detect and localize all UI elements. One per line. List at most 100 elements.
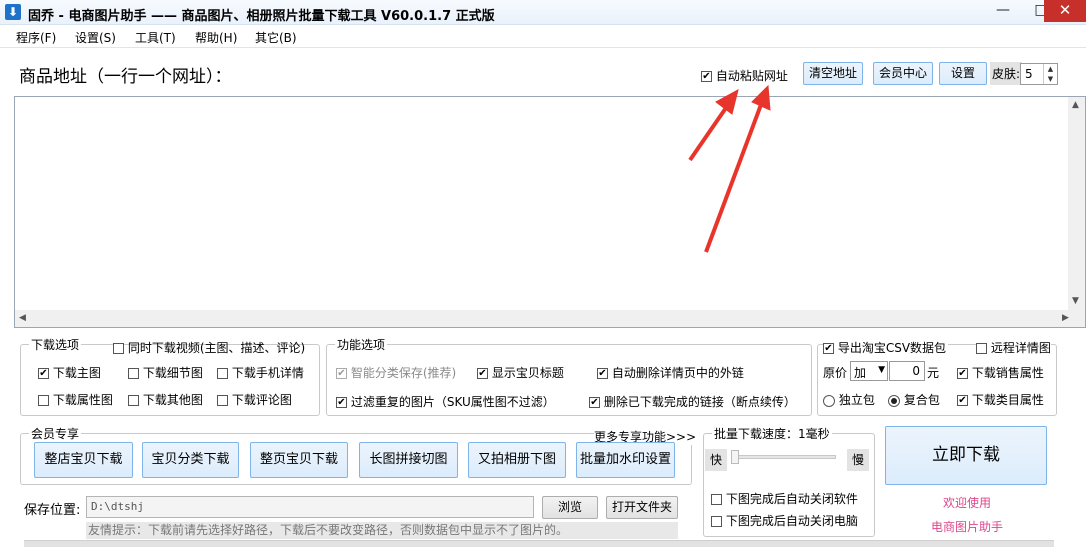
filter-duplicates-checkbox[interactable]: ✔ [336,397,347,408]
option-mobile-detail[interactable]: 下载手机详情 [217,364,304,381]
price-label: 原价 [823,366,848,380]
browse-button[interactable]: 浏览 [542,496,598,519]
settings-button[interactable]: 设置 [939,62,987,85]
option-other-images[interactable]: 下载其他图 [128,391,203,408]
title-bar: ⬇ 固乔 - 电商图片助手 —— 商品图片、相册照片批量下载工具 V60.0.1… [0,0,1086,25]
export-csv-checkbox[interactable]: ✔ [823,343,834,354]
welcome-text: 欢迎使用 [943,496,992,510]
speed-label: 批量下载速度：1毫秒 [712,425,832,442]
scroll-down-icon[interactable]: ▼ [1072,296,1079,306]
auto-shutdown-checkbox[interactable] [711,516,722,527]
option-delete-finished-links[interactable]: ✔ 删除已下载完成的链接（断点续传） [589,393,796,410]
video-download-option[interactable]: 同时下载视频(主图、描述、评论) [113,339,305,356]
close-button[interactable]: ✕ [1044,0,1086,22]
other-images-checkbox[interactable] [128,395,139,406]
scroll-left-icon[interactable]: ◀ [19,313,26,323]
option-auto-close-app[interactable]: 下图完成后自动关闭软件 [711,490,858,507]
option-auto-shutdown[interactable]: 下图完成后自动关闭电脑 [711,512,858,529]
category-attr-checkbox[interactable]: ✔ [957,395,968,406]
spinner-arrows-icon[interactable]: ▲ ▼ [1043,64,1057,84]
clear-urls-button[interactable]: 清空地址 [803,62,863,85]
price-op-value: 加 [854,366,867,380]
option-sales-attr[interactable]: ✔ 下载销售属性 [957,364,1044,381]
menu-program[interactable]: 程序(F) [16,29,56,46]
price-op-select[interactable]: 加 ▼ [850,361,888,381]
app-name-text: 电商图片助手 [931,520,1004,534]
show-title-checkbox[interactable]: ✔ [477,368,488,379]
auto-shutdown-label: 下图完成后自动关闭电脑 [725,514,858,528]
speed-slider-thumb[interactable] [731,450,739,464]
option-review-images[interactable]: 下载评论图 [217,391,292,408]
price-value-input[interactable]: 0 [889,361,925,381]
long-image-stitch-button[interactable]: 长图拼接切图 [359,442,458,478]
video-download-label: 同时下载视频(主图、描述、评论) [127,341,306,355]
sales-attr-checkbox[interactable]: ✔ [957,368,968,379]
menu-other[interactable]: 其它(B) [255,29,297,46]
save-path-input[interactable]: D:\dtshj [86,496,534,518]
start-download-button[interactable]: 立即下载 [885,426,1047,485]
filter-duplicates-label: 过滤重复的图片（SKU属性图不过滤） [350,395,555,409]
attribute-images-checkbox[interactable] [38,395,49,406]
detail-images-checkbox[interactable] [128,368,139,379]
category-attr-label: 下载类目属性 [971,393,1044,407]
single-pack-label: 独立包 [838,393,875,407]
price-value: 0 [912,364,920,378]
mobile-detail-checkbox[interactable] [217,368,228,379]
menu-help[interactable]: 帮助(H) [195,29,237,46]
upai-album-download-button[interactable]: 又拍相册下图 [468,442,566,478]
option-attribute-images[interactable]: 下载属性图 [38,391,113,408]
option-detail-images[interactable]: 下载细节图 [128,364,203,381]
combo-pack-radio[interactable] [888,394,900,407]
category-download-button[interactable]: 宝贝分类下载 [142,442,239,478]
price-unit: 元 [927,366,940,380]
annotation-arrows [688,84,771,253]
option-single-pack[interactable]: 独立包 [823,391,875,408]
scroll-up-icon[interactable]: ▲ [1072,100,1079,110]
vip-center-button[interactable]: 会员中心 [873,62,933,85]
window-title: 固乔 - 电商图片助手 —— 商品图片、相册照片批量下载工具 V60.0.1.7… [28,9,495,24]
video-download-checkbox[interactable] [113,343,124,354]
option-main-images[interactable]: ✔ 下载主图 [38,364,101,381]
remove-external-links-label: 自动删除详情页中的外链 [611,366,744,380]
option-remote-detail[interactable]: 远程详情图 [976,339,1051,356]
option-export-csv[interactable]: ✔ 导出淘宝CSV数据包 [823,339,949,356]
url-label: 商品地址（一行一个网址）： [19,67,232,87]
smart-classify-checkbox: ✔ [336,368,347,379]
menu-settings[interactable]: 设置(S) [75,29,116,46]
scroll-right-icon[interactable]: ▶ [1062,313,1069,323]
remove-external-links-checkbox[interactable]: ✔ [597,368,608,379]
option-remove-external-links[interactable]: ✔ 自动删除详情页中的外链 [597,364,744,381]
delete-finished-links-checkbox[interactable]: ✔ [589,397,600,408]
speed-slider[interactable] [736,455,836,459]
hint-text: 友情提示：下载前请先选择好路径，下载后不要改变路径，否则数据包中显示不了图片的。 [86,522,678,539]
option-show-title[interactable]: ✔ 显示宝贝标题 [477,364,564,381]
vertical-scrollbar[interactable]: ▲ ▼ [1068,97,1085,310]
speed-fast-label: 快 [705,449,727,471]
status-bar [24,540,1054,547]
url-input-area[interactable]: ▲ ▼ ◀ ▶ [14,96,1086,328]
smart-classify-label: 智能分类保存(推荐) [350,366,457,380]
review-images-checkbox[interactable] [217,395,228,406]
single-pack-radio[interactable] [823,394,835,407]
auto-close-app-label: 下图完成后自动关闭软件 [725,492,858,506]
remote-detail-checkbox[interactable] [976,343,987,354]
skin-label: 皮肤: [990,62,1023,85]
horizontal-scrollbar[interactable]: ◀ ▶ [15,310,1085,327]
page-download-button[interactable]: 整页宝贝下载 [250,442,348,478]
show-title-label: 显示宝贝标题 [491,366,564,380]
minimize-button[interactable]: — [984,0,1022,22]
batch-watermark-button[interactable]: 批量加水印设置 [576,442,675,478]
mobile-detail-label: 下载手机详情 [231,366,304,380]
open-folder-button[interactable]: 打开文件夹 [606,496,678,519]
auto-close-app-checkbox[interactable] [711,494,722,505]
arrow-head-right-icon [751,84,771,111]
option-combo-pack[interactable]: 复合包 [888,391,940,408]
main-images-checkbox[interactable]: ✔ [38,368,49,379]
shop-download-button[interactable]: 整店宝贝下载 [34,442,133,478]
skin-spinner[interactable]: 5 ▲ ▼ [1020,63,1058,85]
detail-images-label: 下载细节图 [142,366,203,380]
option-category-attr[interactable]: ✔ 下载类目属性 [957,391,1044,408]
menu-tools[interactable]: 工具(T) [135,29,176,46]
option-filter-duplicates[interactable]: ✔ 过滤重复的图片（SKU属性图不过滤） [336,393,555,410]
download-options-title: 下载选项 [29,336,82,353]
